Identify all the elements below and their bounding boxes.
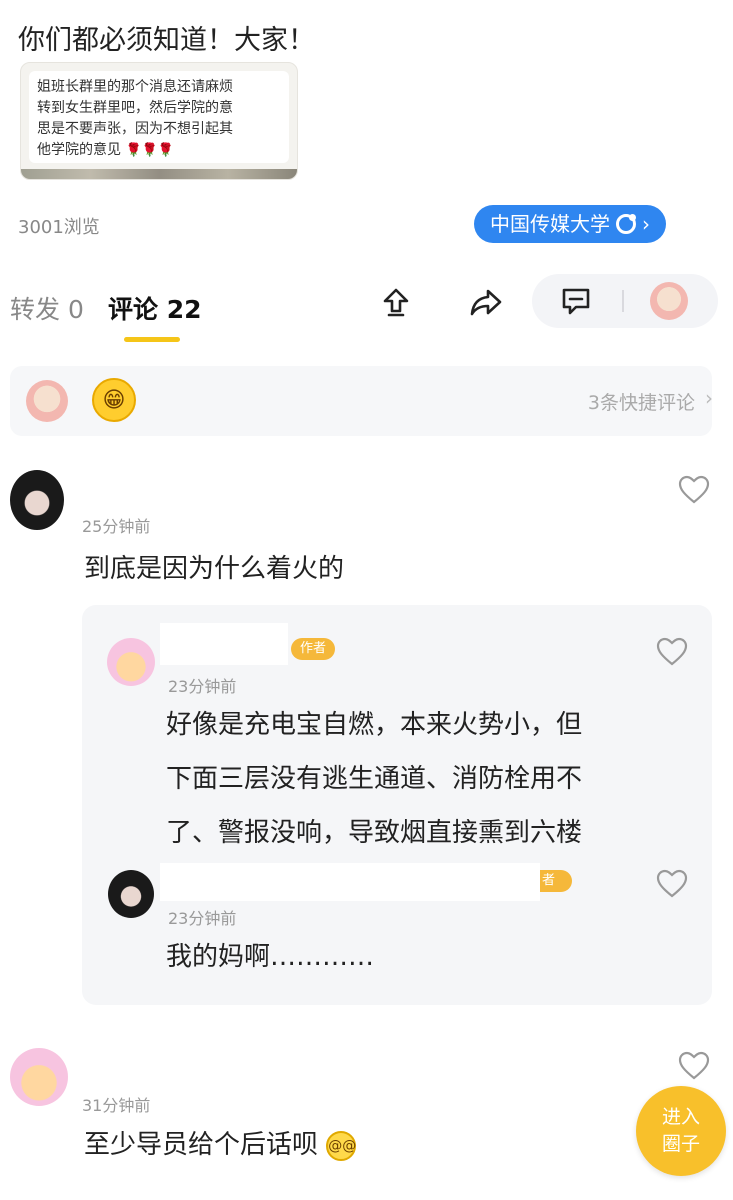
tab-comments[interactable]: 评论 22	[108, 290, 202, 326]
post-text: 你们都必须知道！大家！	[18, 25, 315, 56]
view-count: 3001浏览	[18, 217, 100, 238]
share-button[interactable]	[466, 282, 506, 322]
author-badge: 作者	[291, 638, 335, 660]
reply-text-line: 了、警报没响，导致烟直接熏到六楼	[166, 818, 583, 848]
quoted-line: 思是不要声张，因为不想引起其	[37, 121, 233, 137]
heart-icon[interactable]	[656, 868, 688, 900]
chevron-right-icon: ›	[642, 212, 650, 236]
author-badge: 者	[540, 870, 572, 892]
comment-time: 25分钟前	[82, 517, 151, 536]
reply-time: 23分钟前	[168, 677, 237, 696]
heart-icon[interactable]	[656, 636, 688, 668]
comment-button[interactable]	[556, 281, 596, 321]
top-arrow-button[interactable]	[376, 282, 416, 322]
reply-time: 23分钟前	[168, 909, 237, 928]
thumbs-up-avatar[interactable]	[650, 282, 688, 320]
share-icon	[470, 289, 502, 316]
pill-divider	[622, 290, 624, 312]
quick-comment-count[interactable]: 3条快捷评论	[588, 388, 695, 415]
redacted-username	[160, 623, 288, 665]
circle-tag-button[interactable]: 中国传媒大学 ›	[474, 205, 666, 243]
reply-text-line: 好像是充电宝自燃，本来火势小，但	[166, 710, 583, 740]
avatar[interactable]	[108, 870, 154, 918]
quoted-message-bubble: 姐班长群里的那个消息还请麻烦 转到女生群里吧，然后学院的意 思是不要声张，因为不…	[29, 71, 289, 163]
reply-text: 好像是充电宝自燃，本来火势小，但 下面三层没有逃生通道、消防栓用不 了、警报没响…	[166, 698, 686, 860]
avatar[interactable]	[107, 638, 155, 686]
quoted-screenshot[interactable]: 姐班长群里的那个消息还请麻烦 转到女生群里吧，然后学院的意 思是不要声张，因为不…	[20, 62, 298, 180]
avatar[interactable]	[10, 470, 64, 530]
comment-text: 至少导员给个后话呗 @@	[84, 1130, 357, 1161]
tab-forward[interactable]: 转发 0	[10, 290, 84, 326]
arrow-up-icon	[383, 288, 409, 317]
comment-time: 31分钟前	[82, 1096, 151, 1115]
reply-text-line: 下面三层没有逃生通道、消防栓用不	[166, 764, 583, 794]
chevron-right-icon: ›	[705, 386, 713, 410]
quick-comment-avatar	[26, 380, 68, 422]
join-circle-label: 进入	[661, 1106, 700, 1128]
join-circle-button[interactable]: 进入 圈子	[636, 1086, 726, 1176]
circle-logo-icon	[616, 214, 636, 234]
quoted-image-strip	[21, 169, 297, 179]
join-circle-label: 圈子	[661, 1133, 700, 1155]
reply-text: 我的妈啊…………	[166, 942, 375, 972]
active-tab-indicator	[124, 337, 180, 342]
laughing-emoji-icon[interactable]: 😁	[92, 378, 136, 422]
quoted-line: 转到女生群里吧，然后学院的意	[37, 100, 233, 116]
heart-icon[interactable]	[678, 474, 710, 506]
quoted-line-last: 他学院的意见 🌹🌹🌹	[37, 140, 281, 161]
quoted-line: 姐班长群里的那个消息还请麻烦	[37, 79, 233, 95]
comment-text: 到底是因为什么着火的	[84, 554, 345, 584]
comment-icon	[562, 288, 590, 315]
heart-icon[interactable]	[678, 1050, 710, 1082]
redacted-username	[160, 863, 540, 901]
rose-icon: 🌹🌹🌹	[125, 143, 175, 158]
dizzy-emoji-icon: @@	[326, 1130, 357, 1161]
avatar[interactable]	[10, 1048, 68, 1106]
circle-tag-label: 中国传媒大学	[490, 212, 610, 236]
